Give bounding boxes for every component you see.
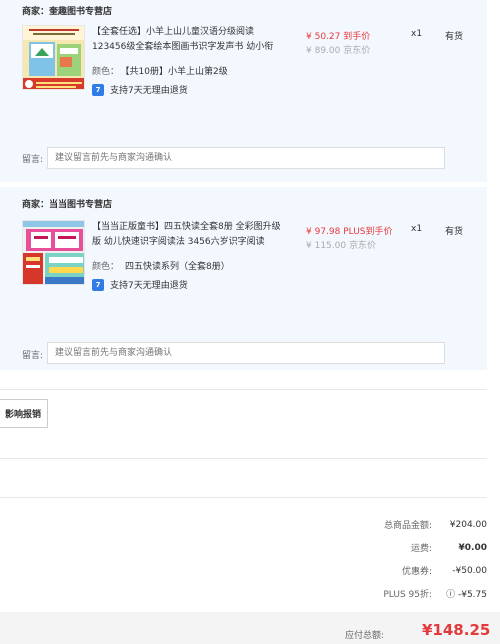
shipping-value: ¥0.00 xyxy=(458,542,487,553)
message-input[interactable] xyxy=(47,342,445,364)
spec-key: 颜色： xyxy=(92,67,120,77)
summary-shipping: 运费: ¥0.00 xyxy=(332,541,487,555)
shop-block-2: 商家：当当图书专营店 【当当正版童书】四五快读全套8册 全彩图升级版 幼儿快速识… xyxy=(0,187,487,370)
goods-value: ¥204.00 xyxy=(449,519,487,530)
service-row: 7 支持7天无理由退货 xyxy=(92,83,188,96)
seller-link[interactable]: 当当图书专营店 xyxy=(49,200,112,210)
return-icon: 7 xyxy=(92,83,104,96)
service-text: 支持7天无理由退货 xyxy=(110,86,188,96)
seller-label: 商家： xyxy=(22,200,50,210)
stock-status: 有货 xyxy=(445,32,464,42)
quantity: x1 xyxy=(411,224,423,234)
spec-value: 【共10册】小羊上山第2级 xyxy=(125,67,228,77)
plus-value[interactable]: ⓘ -¥5.75 xyxy=(442,587,487,600)
shipping-label: 运费: xyxy=(410,544,432,554)
message-label: 留言: xyxy=(22,155,44,165)
product-thumbnail[interactable] xyxy=(22,220,85,285)
message-input[interactable] xyxy=(47,147,445,169)
coupon-label: 优惠券: xyxy=(401,567,432,577)
seller-link[interactable]: 奎趣图书专营店 xyxy=(49,7,112,17)
product-spec: 颜色： 【共10册】小羊上山第2级 xyxy=(92,64,228,77)
divider xyxy=(0,497,487,498)
stock-status: 有货 xyxy=(445,227,464,237)
message-label: 留言: xyxy=(22,351,44,361)
total-label: 应付总额: xyxy=(345,631,385,641)
price: ¥ 50.27 到手价 xyxy=(306,32,371,42)
total-value: ¥148.25 xyxy=(422,621,491,639)
shop-block-1: 商家：奎趣图书专营店 【全套任选】小羊上山儿童汉语分级阅读123456级全套绘本… xyxy=(0,0,487,182)
invoice-button[interactable]: 影响报销 xyxy=(0,399,48,428)
service-row: 7 支持7天无理由退货 xyxy=(92,278,188,291)
service-text: 支持7天无理由退货 xyxy=(110,281,188,291)
quantity: x1 xyxy=(411,29,423,39)
goods-label: 总商品金额: xyxy=(383,521,432,531)
summary-coupon: 优惠券: -¥50.00 xyxy=(332,564,487,578)
summary-goods: 总商品金额: ¥204.00 xyxy=(332,518,487,532)
seller-name: 商家：奎趣图书专营店 xyxy=(22,4,112,17)
summary-plus: PLUS 95折: ⓘ -¥5.75 xyxy=(332,587,487,600)
product-title[interactable]: 【当当正版童书】四五快读全套8册 全彩图升级版 幼儿快速识字阅读法 3456六岁… xyxy=(92,220,287,250)
price: ¥ 97.98 PLUS到手价 xyxy=(306,227,393,237)
product-thumbnail[interactable] xyxy=(22,25,85,90)
original-price: ¥ 115.00 京东价 xyxy=(306,241,376,251)
divider xyxy=(0,458,487,459)
seller-label: 商家： xyxy=(22,7,50,17)
spec-key: 颜色： xyxy=(92,262,120,272)
original-price: ¥ 89.00 京东价 xyxy=(306,46,371,56)
plus-label: PLUS 95折: xyxy=(383,590,432,600)
divider xyxy=(0,389,487,390)
coupon-value: -¥50.00 xyxy=(452,565,487,576)
spec-value: 四五快读系列（全套8册） xyxy=(125,262,230,272)
product-spec: 颜色： 四五快读系列（全套8册） xyxy=(92,259,230,272)
product-title[interactable]: 【全套任选】小羊上山儿童汉语分级阅读123456级全套绘本图画书识字发声书 幼小… xyxy=(92,25,287,55)
seller-name: 商家：当当图书专营店 xyxy=(22,197,112,210)
return-icon: 7 xyxy=(92,278,104,291)
